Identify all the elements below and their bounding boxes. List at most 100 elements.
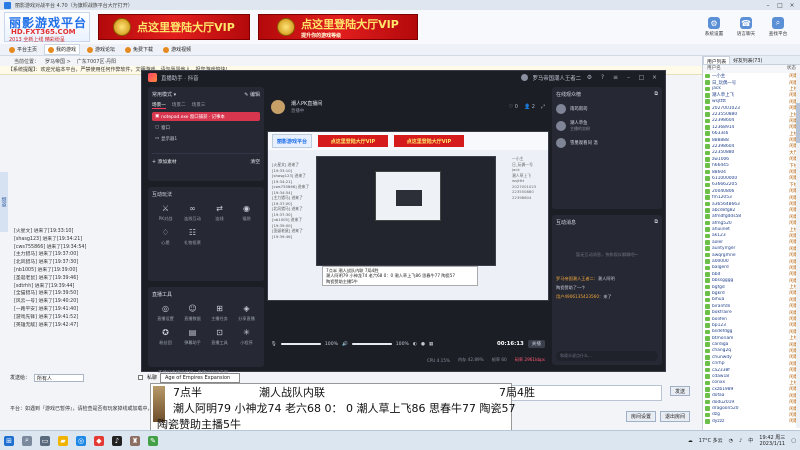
breadcrumb-room[interactable]: 广东7007区·丹阳 xyxy=(77,58,116,65)
menu-icon[interactable]: ≡ xyxy=(611,74,620,81)
scene-mode-dropdown[interactable]: 常用模式 ▾ xyxy=(152,91,176,98)
add-source-button[interactable]: + 添加素材 xyxy=(152,158,177,165)
message-input[interactable]: 和观众说点什么... xyxy=(556,351,658,361)
microphone-icon[interactable]: 🎙 xyxy=(271,342,277,347)
settings-icon[interactable]: ⚙ xyxy=(585,74,594,81)
end-live-button[interactable]: 关播 xyxy=(527,340,545,348)
user-row[interactable]: bbssgggg 闲着 xyxy=(703,278,800,284)
private-chat-checkbox[interactable] xyxy=(138,375,144,380)
stream-preview[interactable]: 丽影游戏平台 点这里登陆大厅VIP 点这里登陆大厅VIP [火星文] 进来了[1… xyxy=(267,131,549,301)
live-data-button[interactable]: ☺ 直播数据 xyxy=(179,304,206,322)
tab-scene-2[interactable]: 场景二 xyxy=(172,102,186,109)
notepad-taskbar-icon[interactable]: ✎ xyxy=(148,435,158,446)
user-row[interactable]: 22350880 大厅 xyxy=(703,150,800,156)
game-taskbar-icon[interactable]: ♜ xyxy=(130,435,140,446)
user-row[interactable]: biranfdn 闲着 xyxy=(703,303,800,309)
tab-scene-3[interactable]: 场景三 xyxy=(192,102,206,109)
user-row[interactable]: afmg520 闲着 xyxy=(703,220,800,226)
scoreboard-notepad[interactable]: 7点半 潮人战队内联 7局4胜 潮人阿明79 小神龙74 老六68 0： 0 潮… xyxy=(150,383,535,433)
user-row[interactable]: dofaa 闲着 xyxy=(703,393,800,399)
user-row[interactable]: bokfraire 闲着 xyxy=(703,309,800,316)
user-row[interactable]: bp123 闲着 xyxy=(703,322,800,328)
co-host-button[interactable]: ∞ 连线互动 xyxy=(179,204,206,222)
edit-scene-button[interactable]: ✎ 编辑 xyxy=(244,91,260,98)
help-icon[interactable]: ? xyxy=(598,74,607,81)
send-button[interactable]: 发送 xyxy=(670,386,690,396)
user-row[interactable]: btmoriam 上线 xyxy=(703,335,800,341)
user-row[interactable]: abcdefg82 闲着 xyxy=(703,207,800,213)
user-row[interactable]: 22398604 闲着 xyxy=(703,118,800,124)
user-row[interactable]: 636662205 下线 xyxy=(703,182,800,188)
nav-item-video[interactable]: 游戏视频 xyxy=(160,45,194,54)
fan-club-button[interactable]: ✪ 粉丝团 xyxy=(152,328,179,346)
user-row[interactable]: 223550880 上线 xyxy=(703,111,800,118)
user-row[interactable]: aoler 闲着 xyxy=(703,239,800,245)
user-row[interactable]: bgkrd 闲着 xyxy=(703,290,800,296)
user-row[interactable]: dyzzz 闲着 xyxy=(703,418,800,424)
find-platform-button[interactable]: ⌕ 查找平台 xyxy=(766,17,790,37)
source-item-window[interactable]: ▢ 窗口 xyxy=(152,123,260,132)
user-row[interactable]: 22398604 闲着 xyxy=(703,143,800,149)
connect-button[interactable]: ⇄ 连线 xyxy=(206,204,233,222)
user-row[interactable]: bihua 闲着 xyxy=(703,297,800,303)
lucky-bag-button[interactable]: ◉ 福袋 xyxy=(233,204,260,222)
popout-icon[interactable]: ⧉ xyxy=(654,219,658,226)
anchor-task-button[interactable]: ⊞ 主播任务 xyxy=(206,304,233,322)
user-row[interactable]: 12368914 闲着 xyxy=(703,124,800,130)
maximize-icon[interactable]: □ xyxy=(776,2,784,9)
mic-volume-slider[interactable] xyxy=(280,343,321,345)
nav-item-download[interactable]: 免费下载 xyxy=(122,45,156,54)
live-settings-button[interactable]: ◎ 直播设置 xyxy=(152,304,179,322)
avatar[interactable] xyxy=(271,100,285,114)
streaming-taskbar-icon[interactable]: ♪ xyxy=(112,435,122,446)
room-settings-button[interactable]: 房间设置 xyxy=(626,411,656,422)
record-icon[interactable]: ● xyxy=(421,342,425,347)
user-row[interactable]: jack 上线 xyxy=(703,86,800,92)
weather-icon[interactable]: ☁ xyxy=(688,438,693,444)
exit-room-button[interactable]: 退出房间 xyxy=(660,411,690,422)
search-icon[interactable]: ⌕ xyxy=(22,435,32,446)
user-row[interactable]: fm12053 闲着 xyxy=(703,194,800,201)
voice-chat-button[interactable]: ☎ 语言聊天 xyxy=(734,17,758,37)
user-row[interactable]: 6633s6 上线 xyxy=(703,131,800,137)
user-row[interactable]: 一小主 闲着 xyxy=(703,73,800,79)
source-item-monitor[interactable]: ▭ 显示器1 xyxy=(152,134,260,143)
minimize-icon[interactable]: – xyxy=(624,74,633,81)
user-row[interactable]: 20040806 闲着 xyxy=(703,188,800,194)
source-item-notepad[interactable]: ▣ notepad.exe 窗口捕获 · 记事本 xyxy=(152,112,260,121)
channel-side-tab[interactable]: 频道 xyxy=(0,172,8,232)
start-icon[interactable]: ⊞ xyxy=(4,435,14,446)
file-explorer-icon[interactable]: ▰ xyxy=(58,435,68,446)
speaker-volume-slider[interactable] xyxy=(351,343,392,345)
volume-icon[interactable]: ♪ xyxy=(739,438,742,444)
tab-scene-1[interactable]: 场景一 xyxy=(152,102,166,109)
clock[interactable]: 19:42 周三 2023/1/11 xyxy=(759,435,785,447)
tab-user-list[interactable]: 用户列表 xyxy=(703,56,731,65)
user-row[interactable]: chunwdy 闲着 xyxy=(703,354,800,360)
user-row[interactable]: dzg 闲着 xyxy=(703,412,800,418)
user-row[interactable]: wsjtttt 闲着 xyxy=(703,99,800,105)
network-icon[interactable]: ◔ xyxy=(729,438,733,444)
layout-icon[interactable]: ▦ xyxy=(429,342,433,347)
user-row[interactable]: 潮人草上飞 闲着 xyxy=(703,92,800,98)
user-row[interactable]: cxzb1989 闲着 xyxy=(703,386,800,392)
user-row[interactable]: cardiga 闲着 xyxy=(703,341,800,348)
recipient-select[interactable]: 所有人 xyxy=(34,373,85,382)
user-row[interactable]: dodu2019 闲着 xyxy=(703,399,800,405)
user-row[interactable]: 888888 闲着 xyxy=(703,137,800,143)
user-row[interactable]: dragoon520 闲着 xyxy=(703,405,800,412)
user-row[interactable]: ak123 闲着 xyxy=(703,233,800,239)
minimize-icon[interactable]: – xyxy=(764,2,772,9)
weather-text[interactable]: 17°C 多云 xyxy=(699,437,723,444)
close-icon[interactable]: × xyxy=(650,74,659,81)
danmaku-button[interactable]: ▤ 弹幕助手 xyxy=(179,328,206,346)
user-row[interactable]: 611000000 闲着 xyxy=(703,175,800,181)
audience-row[interactable]: 雪墨观看同 温 xyxy=(556,138,658,148)
gift-vote-button[interactable]: ☷ 礼物投票 xyxy=(179,228,206,246)
vip-banner-1[interactable]: 点这里登陆大厅VIP xyxy=(98,14,250,40)
user-row[interactable]: 日_玩偶一号 闲着 xyxy=(703,79,800,86)
close-icon[interactable]: × xyxy=(788,2,796,9)
scrollbar-thumb[interactable] xyxy=(796,103,800,143)
tab-friend-list[interactable]: 好友列表(73) xyxy=(730,56,765,64)
user-list-scrollbar[interactable] xyxy=(796,73,800,428)
